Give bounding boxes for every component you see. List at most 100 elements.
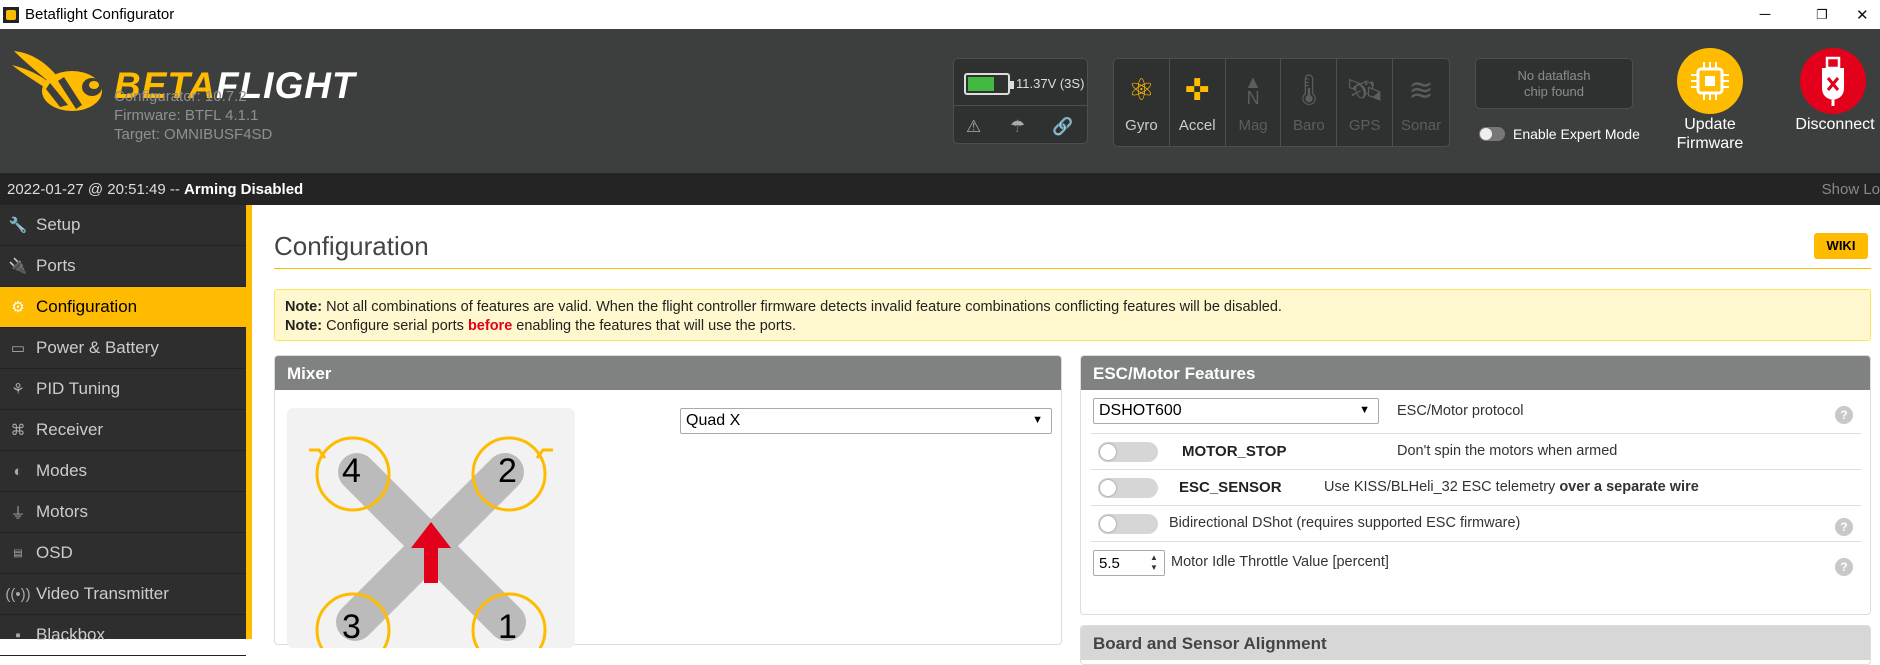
quad-x-diagram — [309, 436, 553, 648]
note1-label: Note: — [285, 299, 323, 315]
sidebar-item-label: Receiver — [36, 420, 104, 439]
motor-idle-value: 5.5 — [1099, 555, 1120, 572]
baro-icon: 🌡 — [1289, 73, 1328, 107]
gps-icon: 🛰 — [1345, 73, 1384, 107]
expert-mode-toggle[interactable]: Enable Expert Mode — [1479, 126, 1640, 142]
chevron-down-icon: ▼ — [1359, 404, 1370, 416]
broadcast-icon: ((•)) — [5, 585, 31, 603]
sensor-label: Baro — [1293, 117, 1325, 134]
sidebar-item-pid-tuning[interactable]: ⚘ PID Tuning — [0, 369, 246, 410]
page-title: Configuration — [274, 231, 429, 261]
note1-text: Not all combinations of features are val… — [322, 299, 1282, 315]
feature-name: ESC_SENSOR — [1179, 479, 1282, 496]
gear-icon: ⚙ — [11, 299, 25, 316]
wiki-button[interactable]: WIKI — [1814, 233, 1868, 259]
motor-stop-toggle[interactable] — [1098, 442, 1158, 462]
gyro-icon: ⚛ — [1127, 73, 1155, 107]
battery-icon — [964, 73, 1014, 95]
app-header: BETAFLIGHT Configurator: 10.7.2 Firmware… — [0, 29, 1880, 173]
motor-idle-label: Motor Idle Throttle Value [percent] — [1171, 554, 1389, 570]
sidebar-item-power-battery[interactable]: ▭ Power & Battery — [0, 328, 246, 369]
mixer-type-value: Quad X — [686, 412, 741, 429]
board-alignment-panel: Board and Sensor Alignment — [1080, 625, 1871, 665]
window-title: Betaflight Configurator — [25, 6, 175, 23]
spinner-icon[interactable]: ▲ ▼ — [1150, 553, 1162, 573]
note-box: Note: Not all combinations of features a… — [274, 289, 1871, 341]
note2-text-a: Configure serial ports — [322, 318, 468, 334]
sitemap-icon: ⚘ — [11, 381, 25, 398]
esc-panel-title: ESC/Motor Features — [1081, 356, 1870, 390]
restore-button[interactable]: ❐ — [1799, 0, 1845, 29]
motor-icon: ⏚ — [10, 504, 26, 522]
sidebar-item-label: Modes — [36, 461, 88, 480]
bidir-dshot-toggle[interactable] — [1098, 514, 1158, 534]
configurator-version: Configurator: 10.7.2 — [114, 88, 247, 105]
dataflash-status: No dataflash chip found — [1475, 58, 1633, 109]
accel-icon: ✜ — [1184, 73, 1210, 107]
mag-icon: ▲ N — [1244, 72, 1262, 108]
esc-sensor-toggle[interactable] — [1098, 478, 1158, 498]
warning-icon: ⚠ — [966, 117, 982, 136]
plug-icon: 🔌 — [8, 258, 28, 275]
update-firmware-line2: Firmware — [1676, 135, 1744, 152]
mixer-diagram: 4 2 3 1 — [287, 408, 575, 648]
minimize-button[interactable]: ─ — [1742, 0, 1788, 29]
sidebar-item-blackbox[interactable]: ▪ Blackbox — [0, 615, 246, 656]
dataflash-line1: No dataflash — [1517, 68, 1591, 83]
esc-sensor-desc: Use KISS/BLHeli_32 ESC telemetry — [1324, 479, 1560, 495]
sidebar-item-motors[interactable]: ⏚ Motors — [0, 492, 246, 533]
motor-idle-row: 5.5 ▲ ▼ Motor Idle Throttle Value [percen… — [1091, 542, 1861, 584]
esc-sensor-desc-bold: over a separate wire — [1559, 479, 1699, 495]
chip-icon — [1691, 62, 1729, 100]
motor-number: 2 — [498, 452, 517, 490]
sensor-label: Gyro — [1125, 117, 1158, 134]
esc-protocol-row: DSHOT600 ▼ ESC/Motor protocol ? — [1091, 394, 1861, 434]
sidebar-item-modes[interactable]: ◐ Modes — [0, 451, 246, 492]
sidebar-item-label: Ports — [36, 256, 76, 275]
sidebar-item-receiver[interactable]: ⌘ Receiver — [0, 410, 246, 451]
sensor-label: Sonar — [1401, 117, 1442, 134]
update-firmware-button[interactable] — [1677, 48, 1743, 114]
update-firmware-label[interactable]: Update Firmware — [1668, 115, 1752, 153]
expert-mode-switch[interactable] — [1479, 127, 1505, 141]
main-content: Configuration WIKI Note: Not all combina… — [252, 205, 1880, 665]
battery-icon: ▭ — [10, 340, 26, 357]
parachute-icon: ☂ — [1010, 117, 1026, 136]
sidebar-item-osd[interactable]: ▤ OSD — [0, 533, 246, 574]
help-icon[interactable]: ? — [1835, 406, 1853, 424]
sensor-accel: ✜ Accel — [1170, 59, 1226, 146]
sidebar-item-configuration[interactable]: ⚙ Configuration — [0, 287, 246, 328]
mixer-title: Mixer — [275, 356, 1061, 390]
feature-desc: Use KISS/BLHeli_32 ESC telemetry over a … — [1324, 479, 1699, 495]
mixer-type-select[interactable]: Quad X ▼ — [680, 408, 1052, 434]
osd-icon: ▤ — [13, 547, 23, 559]
sidebar-item-video-transmitter[interactable]: ((•)) Video Transmitter — [0, 574, 246, 615]
feature-name: MOTOR_STOP — [1182, 443, 1287, 460]
mixer-panel: Mixer 4 2 3 1 Quad X ▼ — [274, 355, 1062, 648]
feature-row-esc-sensor: ESC_SENSOR Use KISS/BLHeli_32 ESC teleme… — [1091, 470, 1861, 506]
help-icon[interactable]: ? — [1835, 558, 1853, 576]
sidebar-item-label: Blackbox — [36, 625, 105, 644]
disconnect-button[interactable] — [1800, 48, 1866, 114]
sensor-sonar: ≋ Sonar — [1393, 59, 1449, 146]
usb-disconnect-icon — [1822, 56, 1844, 106]
link-icon: 🔗 — [1052, 117, 1074, 136]
sidebar-item-label: Video Transmitter — [36, 584, 169, 603]
help-icon[interactable]: ? — [1835, 518, 1853, 536]
show-log-link[interactable]: Show Lo — [1822, 181, 1880, 198]
motor-idle-input[interactable]: 5.5 ▲ ▼ — [1093, 550, 1165, 576]
close-button[interactable]: ✕ — [1856, 0, 1880, 29]
feature-row-motor-stop: MOTOR_STOP Don't spin the motors when ar… — [1091, 434, 1861, 470]
note2-text-b: enabling the features that will use the … — [512, 318, 796, 334]
disconnect-label[interactable]: Disconnect — [1790, 115, 1880, 134]
sidebar-item-ports[interactable]: 🔌 Ports — [0, 246, 246, 287]
bee-logo-icon — [12, 51, 102, 111]
sidebar: 🔧 Setup 🔌 Ports ⚙ Configuration ▭ Power & Ba… — [0, 205, 246, 656]
note2-label: Note: — [285, 318, 323, 334]
sensor-label: Accel — [1178, 117, 1216, 134]
esc-protocol-select[interactable]: DSHOT600 ▼ — [1093, 398, 1379, 424]
blackbox-icon: ▪ — [15, 626, 21, 644]
status-bar: 2022-01-27 @ 20:51:49 -- Arming Disabled… — [0, 173, 1880, 205]
sidebar-item-setup[interactable]: 🔧 Setup — [0, 205, 246, 246]
sidebar-item-label: OSD — [36, 543, 73, 562]
